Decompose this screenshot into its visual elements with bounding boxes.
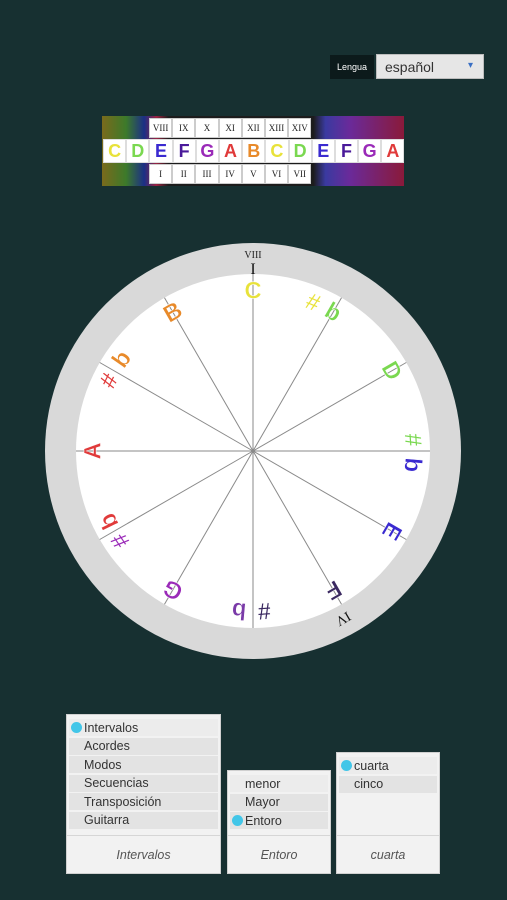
note-key[interactable]: G xyxy=(195,139,219,163)
chevron-down-icon: ▾ xyxy=(468,60,474,71)
interval-footer: cuarta xyxy=(337,835,439,873)
selected-dot-icon xyxy=(71,722,82,733)
note-key[interactable]: E xyxy=(311,139,335,163)
option-row[interactable]: cuarta xyxy=(339,757,437,774)
option-row[interactable]: Intervalos xyxy=(69,719,218,736)
roman-numeral: IV xyxy=(218,164,242,184)
note-key[interactable]: C xyxy=(265,139,289,163)
roman-numeral: III xyxy=(195,164,219,184)
type-panel: menor Mayor Entoro Entoro xyxy=(227,770,331,874)
note-key[interactable]: D xyxy=(126,139,150,163)
note-keyboard: VIII IX X XI XII XIII XIV CDEFGABCDEFGA I II III… xyxy=(102,116,405,186)
option-row[interactable]: menor xyxy=(230,775,328,792)
option-label: Mayor xyxy=(245,795,280,809)
option-row[interactable]: Secuencias xyxy=(69,774,218,792)
option-label: menor xyxy=(245,776,281,791)
language-label: Lengua xyxy=(330,55,374,79)
note-key[interactable]: D xyxy=(288,139,312,163)
roman-numeral: VIII xyxy=(149,118,173,138)
top-pointer-tick: I xyxy=(250,261,255,278)
note-key[interactable]: F xyxy=(172,139,196,163)
option-label: Secuencias xyxy=(84,776,149,790)
wheel-note-label[interactable]: A xyxy=(79,442,107,460)
option-row[interactable]: Entoro xyxy=(230,812,328,829)
option-row[interactable]: Acordes xyxy=(69,737,218,755)
roman-numeral: V xyxy=(241,164,265,184)
selected-dot-icon xyxy=(341,760,352,771)
note-key[interactable]: C xyxy=(103,139,127,163)
category-panel: Intervalos Acordes Modos Secuencias Transpos… xyxy=(66,714,221,874)
option-label: Guitarra xyxy=(84,813,130,827)
roman-top-row: VIII IX X XI XII XIII XIV xyxy=(149,118,312,138)
note-key[interactable]: B xyxy=(242,139,266,163)
note-key[interactable]: F xyxy=(334,139,359,163)
option-label: Intervalos xyxy=(84,720,139,735)
wheel-note-label[interactable]: b xyxy=(398,456,427,473)
option-label: cinco xyxy=(354,777,384,791)
roman-numeral: VI xyxy=(264,164,289,184)
category-footer: Intervalos xyxy=(67,835,220,873)
wheel-note-label[interactable]: # xyxy=(256,596,272,625)
option-row[interactable]: Modos xyxy=(69,756,218,773)
option-label: cuarta xyxy=(354,758,389,773)
roman-numeral: X xyxy=(195,118,219,138)
roman-bottom-row: I II III IV V VI VII xyxy=(149,164,312,184)
top-roman-marker: VIII xyxy=(244,250,261,261)
circle-of-notes[interactable]: VIIIIIVC #bD#bEF#bG#bA#bB xyxy=(45,243,461,659)
wheel-note-label[interactable]: C xyxy=(244,277,262,305)
roman-numeral: IX xyxy=(172,118,196,138)
note-key[interactable]: A xyxy=(218,139,243,163)
interval-panel: cuarta cinco cuarta xyxy=(336,752,440,874)
option-label: Acordes xyxy=(84,739,130,753)
roman-numeral: VII xyxy=(288,164,312,184)
option-label: Entoro xyxy=(245,813,282,828)
option-row[interactable]: cinco xyxy=(339,775,437,793)
note-key[interactable]: A xyxy=(381,139,405,163)
wheel-note-label[interactable]: b xyxy=(230,596,248,625)
option-row[interactable]: Mayor xyxy=(230,793,328,811)
option-row[interactable]: Transposición xyxy=(69,793,218,810)
note-key[interactable]: G xyxy=(358,139,382,163)
language-value: español xyxy=(385,58,435,75)
option-label: Transposición xyxy=(84,794,162,809)
language-select[interactable]: español ▾ xyxy=(376,54,484,79)
roman-numeral: XII xyxy=(241,118,265,138)
roman-numeral: I xyxy=(149,164,173,184)
option-label: Modos xyxy=(84,757,122,772)
roman-numeral: XIII xyxy=(264,118,289,138)
selected-dot-icon xyxy=(232,815,243,826)
note-key[interactable]: E xyxy=(149,139,173,163)
roman-numeral: II xyxy=(172,164,196,184)
notes-row: CDEFGABCDEFGA xyxy=(103,139,405,163)
roman-numeral: XIV xyxy=(288,118,312,138)
wheel-note-label[interactable]: # xyxy=(398,432,427,448)
roman-numeral: XI xyxy=(218,118,242,138)
option-row[interactable]: Guitarra xyxy=(69,811,218,829)
type-footer: Entoro xyxy=(228,835,330,873)
